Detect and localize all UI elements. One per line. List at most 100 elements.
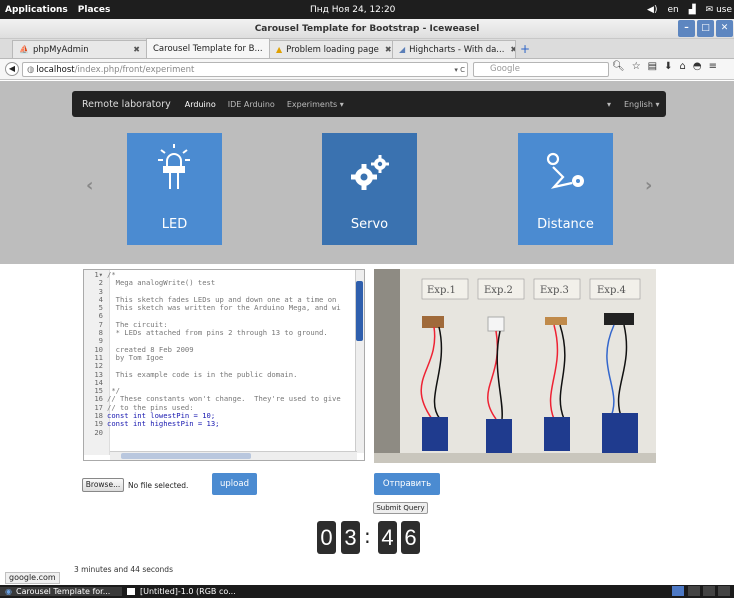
- close-tab-icon[interactable]: ✖: [379, 45, 392, 54]
- code-line: 11 by Tom Igoe: [84, 353, 341, 362]
- window-title: Carousel Template for Bootstrap - Icewea…: [254, 24, 480, 34]
- search-icon[interactable]: 🔍︎: [612, 61, 625, 72]
- nav-ide-arduino[interactable]: IDE Arduino: [228, 100, 275, 109]
- card-servo[interactable]: Servo: [322, 133, 417, 245]
- home-icon[interactable]: ⌂: [680, 61, 686, 72]
- no-file-label: No file selected.: [128, 481, 189, 490]
- tab-problem-loading[interactable]: ▲ Problem loading page ✖: [269, 40, 393, 58]
- taskbar-item-gimp[interactable]: [Untitled]-1.0 (RGB co...: [122, 587, 241, 596]
- search-placeholder: Google: [490, 64, 520, 74]
- scroll-thumb[interactable]: [121, 453, 251, 459]
- maximize-button[interactable]: □: [697, 20, 714, 37]
- route-icon: [546, 152, 584, 189]
- code-line: 19 const int highestPin = 13;: [84, 419, 341, 429]
- minimize-button[interactable]: –: [678, 20, 695, 37]
- card-led-label: LED: [161, 217, 188, 232]
- language-label: English: [624, 99, 653, 109]
- user-menu[interactable]: ✉ use: [706, 5, 732, 15]
- search-bar[interactable]: Google: [473, 62, 609, 77]
- tab-carousel[interactable]: Carousel Template for B... ✖: [146, 38, 270, 58]
- nav-experiments-label: Experiments: [286, 99, 338, 109]
- card-servo-label: Servo: [350, 217, 389, 232]
- line-number: 6: [98, 311, 103, 321]
- code-line: 13 This example code is in the public do…: [84, 369, 341, 379]
- taskbar-label: [Untitled]-1.0 (RGB co...: [140, 587, 236, 596]
- bookmarks-icon[interactable]: ▤: [648, 61, 657, 72]
- globe-icon: ◍: [27, 64, 35, 75]
- shield-icon[interactable]: ◓: [693, 61, 702, 72]
- code-line: 5 This sketch was written for the Arduin…: [84, 303, 341, 313]
- volume-icon[interactable]: ◀): [647, 5, 657, 15]
- card-distance[interactable]: Distance: [518, 133, 613, 245]
- line-number: 20: [94, 427, 103, 437]
- vertical-scrollbar[interactable]: [355, 270, 364, 453]
- timer-text: 3 minutes and 44 seconds: [74, 565, 173, 574]
- tab-bar: ⛵ phpMyAdmin ✖ Carousel Template for B..…: [0, 38, 734, 59]
- workspace-switcher[interactable]: [703, 586, 715, 596]
- caret-down-icon[interactable]: ▾: [607, 100, 611, 109]
- url-host: localhost: [36, 64, 75, 75]
- clock[interactable]: Пнд Ноя 24, 12:20: [310, 5, 395, 15]
- site-navbar: Remote laboratory Arduino IDE Arduino Ex…: [72, 91, 666, 117]
- browse-button[interactable]: Browse...: [82, 478, 124, 492]
- bookmark-star-icon[interactable]: ☆: [632, 61, 641, 72]
- places-menu[interactable]: Places: [73, 5, 116, 15]
- nav-arduino[interactable]: Arduino: [185, 100, 216, 109]
- nav-experiments[interactable]: Experiments ▾: [287, 100, 344, 109]
- phpmyadmin-icon: ⛵: [19, 44, 29, 54]
- code-line-text: Mega analogWrite() test: [107, 278, 216, 288]
- code-line-text: This example code is in the public domai…: [107, 369, 298, 379]
- applications-menu[interactable]: Applications: [0, 5, 73, 15]
- close-tab-icon[interactable]: ✖: [504, 45, 515, 54]
- back-button[interactable]: ◀: [5, 62, 19, 76]
- tab-phpmyadmin[interactable]: ⛵ phpMyAdmin ✖: [12, 40, 147, 58]
- line-number: 5: [98, 303, 103, 313]
- upload-button[interactable]: upload: [212, 473, 257, 495]
- code-line: 14: [84, 378, 341, 387]
- reload-icon[interactable]: ▾ C: [454, 66, 465, 74]
- code-line: 2 Mega analogWrite() test: [84, 278, 341, 288]
- code-line: 20: [84, 427, 341, 437]
- taskbar: ◉ Carousel Template for... [Untitled]-1.…: [0, 585, 734, 598]
- workspace-switcher-active[interactable]: [672, 586, 684, 596]
- carousel-next-arrow[interactable]: ›: [645, 175, 652, 196]
- close-window-button[interactable]: ✕: [716, 20, 733, 37]
- taskbar-label: Carousel Template for...: [15, 587, 111, 596]
- exp-label: Exp.3: [540, 285, 569, 296]
- lab-camera-photo: Exp.1 Exp.2 Exp.3 Exp.4: [374, 269, 656, 463]
- code-line-text: * LEDs attached from pins 2 through 13 t…: [107, 328, 328, 338]
- window-titlebar: Carousel Template for Bootstrap - Icewea…: [0, 19, 734, 39]
- tab-label: Highcharts - With da...: [409, 44, 505, 55]
- code-text[interactable]: 1▾/* 2 Mega analogWrite() test 3 4 This ske…: [84, 270, 341, 437]
- code-line-text: This sketch was written for the Arduino …: [107, 303, 341, 313]
- language-menu[interactable]: English ▾: [624, 100, 659, 109]
- network-icon[interactable]: ▟: [689, 5, 696, 15]
- workspace-switcher[interactable]: [688, 586, 700, 596]
- new-tab-button[interactable]: +: [516, 40, 534, 58]
- tab-label: Carousel Template for B...: [153, 43, 263, 54]
- download-icon[interactable]: ⬇: [664, 61, 672, 72]
- send-button[interactable]: Отправить: [374, 473, 440, 495]
- code-line-text: const int highestPin = 13;: [107, 419, 220, 429]
- tab-highcharts[interactable]: ◢ Highcharts - With da... ✖: [392, 40, 516, 58]
- exp-label: Exp.1: [427, 285, 456, 296]
- gears-icon: [351, 155, 389, 190]
- scroll-thumb[interactable]: [356, 281, 363, 341]
- url-path: /index.php/front/experiment: [74, 64, 195, 75]
- system-panel: Applications Places Пнд Ноя 24, 12:20 ◀)…: [0, 0, 734, 19]
- url-bar[interactable]: ◍ localhost/index.php/front/experiment ▾…: [22, 62, 468, 77]
- taskbar-item-browser[interactable]: ◉ Carousel Template for...: [0, 587, 122, 596]
- timer-digit: 0: [317, 521, 336, 554]
- code-editor[interactable]: 1▾/* 2 Mega analogWrite() test 3 4 This ske…: [83, 269, 365, 461]
- card-led[interactable]: LED: [127, 133, 222, 245]
- workspace-switcher[interactable]: [718, 586, 730, 596]
- horizontal-scrollbar[interactable]: [110, 451, 357, 460]
- tab-label: Problem loading page: [286, 44, 379, 55]
- keyboard-layout[interactable]: en: [667, 5, 678, 15]
- timer-digit: 6: [401, 521, 420, 554]
- submit-query-button[interactable]: Submit Query: [373, 502, 428, 514]
- site-brand[interactable]: Remote laboratory: [82, 99, 171, 110]
- menu-icon[interactable]: ≡: [709, 61, 717, 72]
- carousel-prev-arrow[interactable]: ‹: [86, 175, 93, 196]
- close-tab-icon[interactable]: ✖: [127, 45, 140, 54]
